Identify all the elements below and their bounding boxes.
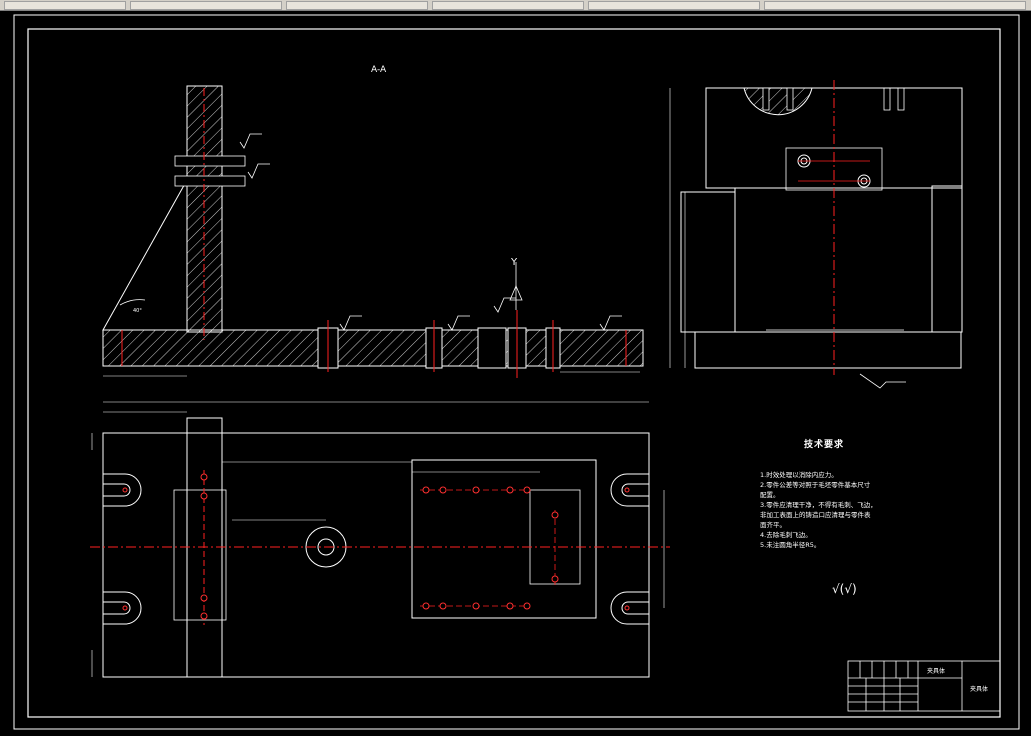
technical-requirements-list: 1.时效处理以消除内应力。 2.零件公差等对照于毛坯零件基本尺寸 配置。 3.零… [760, 470, 910, 550]
title-block-drawing-name: 夹具体 [927, 667, 945, 675]
toolbar-field[interactable] [4, 1, 126, 10]
datum-label: Y [510, 257, 518, 268]
toolbar-field[interactable] [286, 1, 428, 10]
drawing-canvas[interactable]: Y A-A 40° 夹具体 夹具体 [0, 10, 1031, 732]
section-label: A-A [371, 65, 387, 75]
requirement-item: 3.零件应清理干净，不得有毛刺、飞边， [760, 501, 877, 509]
toolbar-field[interactable] [432, 1, 584, 10]
requirement-item: 1.时效处理以消除内应力。 [760, 471, 838, 479]
side-view [669, 80, 963, 389]
toolbar-field[interactable] [130, 1, 282, 10]
surface-roughness-symbol: √(√) [832, 582, 857, 596]
toolbar-field[interactable] [764, 1, 1026, 10]
requirement-item: 4.去除毛刺飞边。 [760, 531, 812, 539]
cad-drawing: Y A-A 40° 夹具体 夹具体 [13, 14, 1020, 730]
angle-label: 40° [133, 308, 142, 314]
requirement-item: 配置。 [760, 491, 780, 499]
requirement-item: 5.未注圆角半径R5。 [760, 541, 821, 549]
requirement-item: 非加工表面上的铸造口应清理与零件表 [760, 511, 871, 519]
requirement-item: 面齐平。 [760, 521, 786, 529]
section-view-a-a: Y [102, 85, 644, 378]
requirement-item: 2.零件公差等对照于毛坯零件基本尺寸 [760, 481, 871, 489]
title-block-part-name: 夹具体 [970, 685, 988, 693]
toolbar-field[interactable] [588, 1, 760, 10]
technical-requirements-title: 技术要求 [804, 440, 845, 450]
plan-view [90, 401, 670, 678]
